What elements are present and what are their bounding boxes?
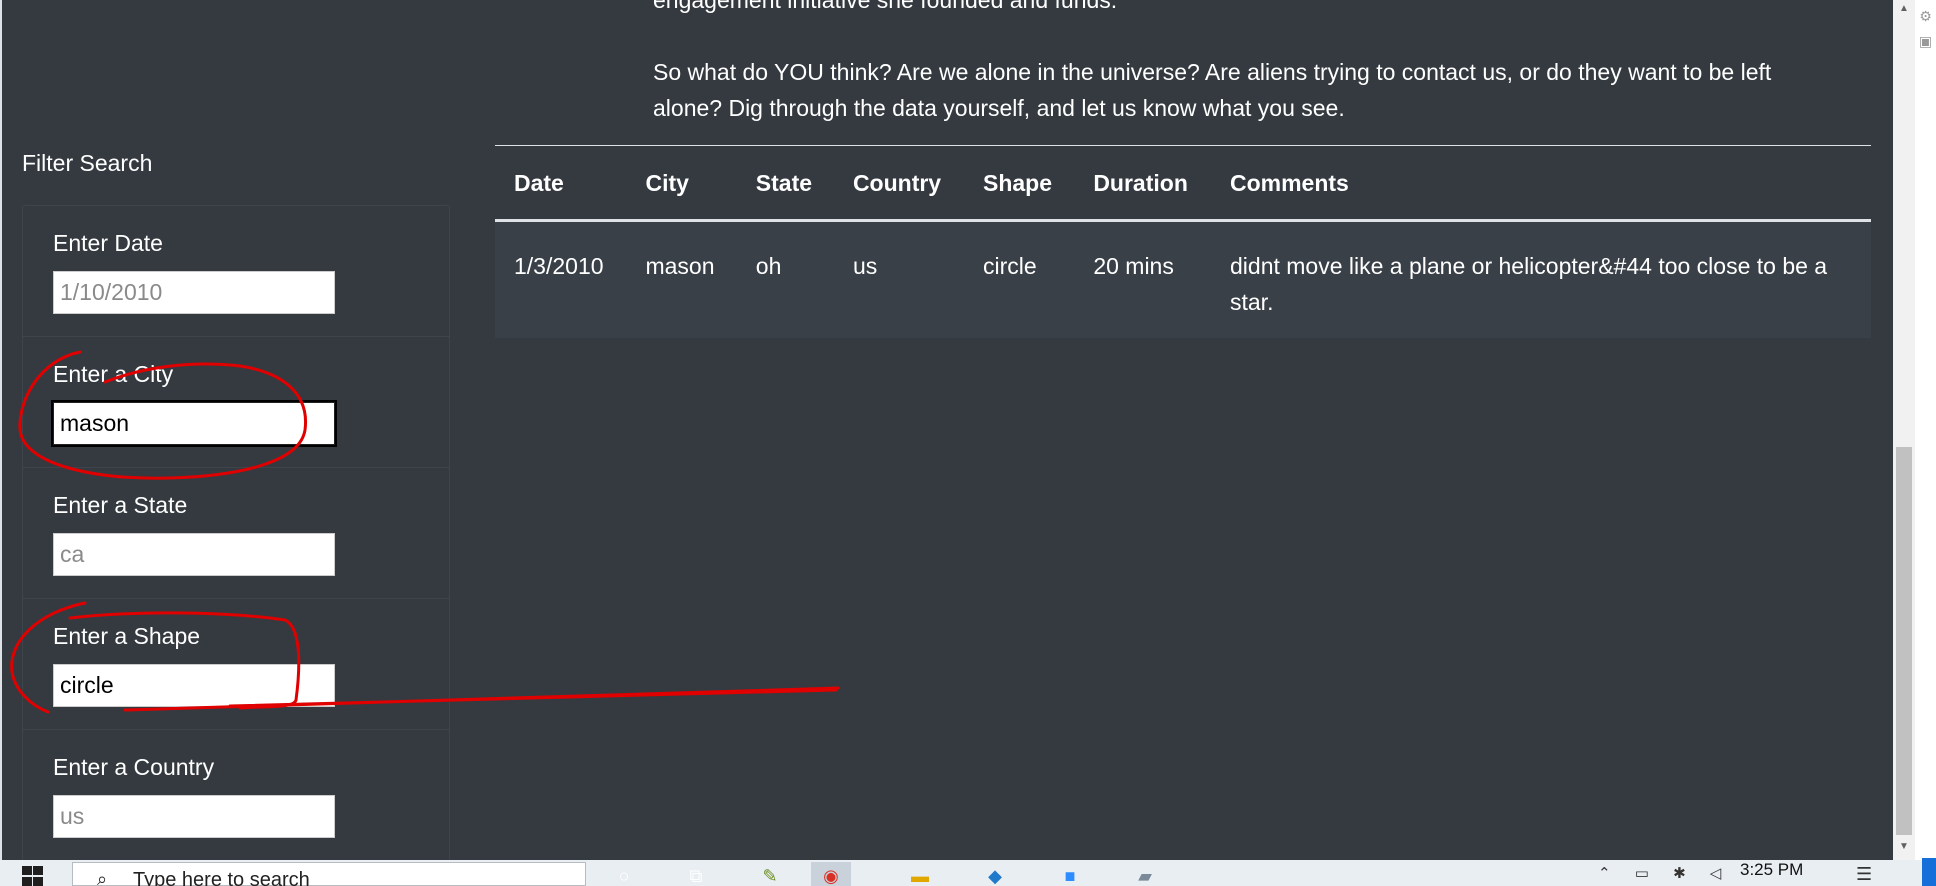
- taskbar-clock[interactable]: 3:25 PM: [1740, 860, 1803, 880]
- windows-taskbar: ⌕ Type here to search ○ ⧉ ✎ ◉ ▬ ◆ ■ ▰ ⌃ …: [0, 860, 1936, 886]
- header-country: Country: [852, 170, 942, 196]
- date-input[interactable]: [53, 271, 335, 314]
- windows-start-icon[interactable]: [20, 864, 44, 886]
- table-header-row: Date City State Country Shape Duration C…: [495, 145, 1871, 221]
- zoom-icon[interactable]: ■: [1050, 862, 1090, 886]
- taskbar-search-placeholder: Type here to search: [133, 869, 310, 886]
- header-city: City: [645, 170, 689, 196]
- notepad-icon[interactable]: ✎: [750, 862, 790, 886]
- app-icon[interactable]: ▰: [1125, 862, 1165, 886]
- browser-side-panel: ⚙ ▣: [1915, 0, 1936, 860]
- date-label: Enter Date: [53, 230, 163, 256]
- cell-state: oh: [755, 253, 782, 279]
- app-page: engagement initiative she founded and fu…: [0, 0, 1936, 886]
- cell-duration: 20 mins: [1093, 253, 1174, 279]
- intro-text: engagement initiative she founded and fu…: [653, 0, 1833, 162]
- search-icon: ⌕: [97, 869, 108, 886]
- table-row: 1/3/2010 mason oh us circle 20 mins didn…: [495, 220, 1871, 338]
- table-header: Date City State Country Shape Duration C…: [495, 145, 1871, 221]
- cell-shape: circle: [982, 253, 1037, 279]
- task-view-icon[interactable]: ⧉: [676, 862, 716, 886]
- ufo-table: Date City State Country Shape Duration C…: [495, 145, 1871, 338]
- country-label: Enter a Country: [53, 754, 215, 780]
- filter-item-date: Enter Date: [23, 206, 449, 337]
- scroll-thumb[interactable]: [1896, 447, 1912, 835]
- cortana-icon[interactable]: ○: [604, 862, 644, 886]
- chrome-icon[interactable]: ◉: [811, 862, 851, 886]
- cell-city: mason: [645, 253, 715, 279]
- file-explorer-icon[interactable]: ▬: [900, 862, 940, 886]
- settings-gear-icon[interactable]: ⚙: [1915, 8, 1936, 25]
- notification-icon[interactable]: ☰: [1856, 864, 1872, 885]
- city-label: Enter a City: [53, 361, 174, 387]
- filter-panel: Enter Date Enter a City Enter a State En…: [22, 205, 450, 865]
- intro-line-top: engagement initiative she founded and fu…: [653, 0, 1118, 13]
- filter-item-city: Enter a City: [23, 337, 449, 468]
- filter-search-title: Filter Search: [22, 150, 153, 176]
- filter-item-state: Enter a State: [23, 468, 449, 599]
- country-input[interactable]: [53, 795, 335, 838]
- table-body: 1/3/2010 mason oh us circle 20 mins didn…: [495, 220, 1871, 338]
- header-duration: Duration: [1093, 170, 1188, 196]
- show-desktop-corner[interactable]: [1922, 858, 1936, 886]
- city-input[interactable]: [51, 400, 337, 447]
- cell-date: 1/3/2010: [514, 253, 604, 279]
- system-tray-icons[interactable]: ⌃ ▭ ✱ ◁: [1598, 864, 1731, 882]
- scroll-down-arrow-icon[interactable]: ▼: [1893, 838, 1915, 856]
- vertical-scrollbar[interactable]: ▲ ▼: [1893, 0, 1915, 860]
- page-left-border: [0, 0, 2, 860]
- cell-comments: didnt move like a plane or helicopter&#4…: [1230, 253, 1828, 315]
- ufo-table-container: Date City State Country Shape Duration C…: [495, 145, 1871, 338]
- filter-item-shape: Enter a Shape: [23, 599, 449, 730]
- vscode-icon[interactable]: ◆: [975, 862, 1015, 886]
- taskbar-search-box[interactable]: ⌕ Type here to search: [72, 862, 586, 886]
- header-date: Date: [514, 170, 564, 196]
- header-shape: Shape: [982, 170, 1053, 196]
- side-panel-icon[interactable]: ▣: [1915, 33, 1936, 50]
- header-state: State: [755, 170, 813, 196]
- header-comments: Comments: [1230, 170, 1349, 196]
- filter-item-country: Enter a Country: [23, 730, 449, 861]
- shape-label: Enter a Shape: [53, 623, 201, 649]
- state-input[interactable]: [53, 533, 335, 576]
- shape-input[interactable]: [53, 664, 335, 707]
- cell-country: us: [852, 253, 878, 279]
- state-label: Enter a State: [53, 492, 188, 518]
- scroll-up-arrow-icon[interactable]: ▲: [1893, 0, 1915, 18]
- intro-paragraph: So what do YOU think? Are we alone in th…: [653, 59, 1772, 121]
